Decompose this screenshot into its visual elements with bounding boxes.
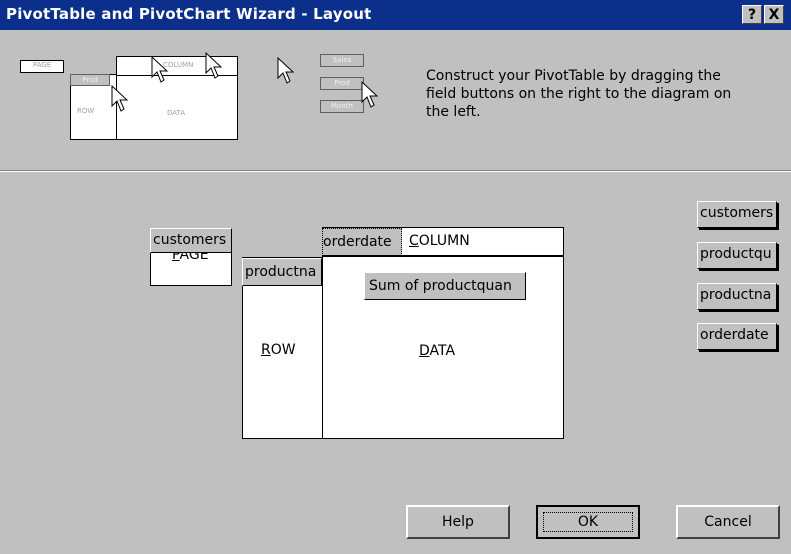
column-field-orderdate[interactable]: orderdate — [322, 228, 402, 256]
data-area-label: DATA — [419, 343, 456, 359]
data-field-sum-productquan[interactable]: Sum of productquan — [364, 272, 526, 300]
title-bar: PivotTable and PivotChart Wizard - Layou… — [0, 0, 791, 30]
field-button-orderdate[interactable]: orderdate — [697, 323, 777, 350]
illustration-month-button: Month — [320, 100, 364, 113]
help-button-label: Help — [442, 514, 474, 530]
cursor-arrow-icon — [151, 55, 169, 83]
ok-button[interactable]: OK — [536, 505, 640, 539]
cursor-arrow-icon — [205, 51, 223, 79]
field-button-productqu[interactable]: productqu — [697, 242, 777, 269]
page-field-customers[interactable]: customers — [150, 228, 232, 253]
cursor-arrow-icon — [111, 84, 129, 112]
illustration-data-label: DATA — [167, 109, 186, 117]
instruction-text: Construct your PivotTable by dragging th… — [426, 68, 732, 120]
row-area-label: ROW — [261, 342, 296, 358]
illustration-row-label: ROW — [77, 107, 95, 115]
field-button-productna[interactable]: productna — [697, 283, 777, 310]
illustration-prod-row-button: Prod — [70, 74, 110, 86]
close-button[interactable]: X — [764, 5, 784, 24]
row-field-productna[interactable]: productna — [242, 258, 322, 286]
cursor-arrow-icon — [277, 56, 295, 84]
illustration-sales-button: Sales — [320, 54, 364, 67]
cancel-button[interactable]: Cancel — [676, 505, 780, 539]
cursor-arrow-icon — [361, 80, 379, 108]
help-title-button[interactable]: ? — [742, 5, 762, 24]
illustration-page: PAGE — [20, 60, 64, 73]
illustration-prod-button: Prod — [320, 77, 364, 90]
focus-ring — [543, 512, 633, 532]
column-area-label: COLUMN — [409, 233, 470, 249]
field-button-customers[interactable]: customers — [697, 201, 777, 228]
help-button[interactable]: Help — [406, 505, 510, 539]
illustration-page-label: PAGE — [32, 61, 52, 69]
separator-highlight — [0, 171, 791, 172]
window-title: PivotTable and PivotChart Wizard - Layou… — [6, 5, 372, 23]
